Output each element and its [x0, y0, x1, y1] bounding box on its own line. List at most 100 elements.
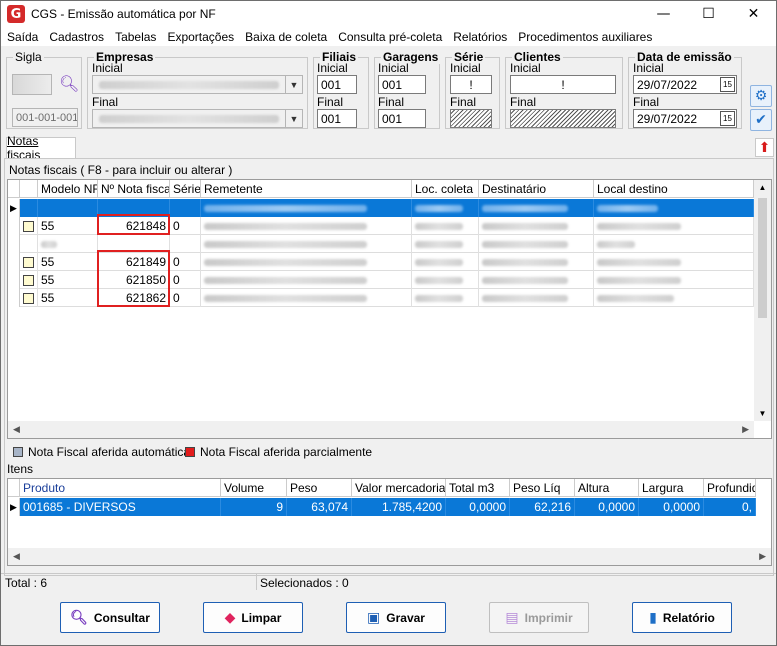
cell-peso-liq: 62,216	[510, 498, 575, 516]
gravar-button[interactable]: ▣ Gravar	[346, 602, 446, 633]
calendar-icon[interactable]: 15	[720, 77, 735, 92]
col-largura[interactable]: Largura	[639, 479, 704, 497]
imprimir-button[interactable]: ▤ Imprimir	[489, 602, 589, 633]
clientes-final-label: Final	[510, 95, 537, 109]
itens-horizontal-scrollbar[interactable]: ◀ ▶	[8, 548, 771, 565]
table-row[interactable]: ▶ 001685 - DIVERSOS 9 63,074 1.785,4200 …	[8, 498, 756, 516]
row-checkbox[interactable]	[23, 220, 34, 232]
col-remetente[interactable]: Remetente	[201, 180, 412, 198]
chevron-down-icon: ▼	[285, 76, 302, 93]
legend-auto-label: Nota Fiscal aferida automática	[28, 445, 191, 459]
document-icon: ▮	[649, 609, 657, 626]
col-peso-liq[interactable]: Peso Líq	[510, 479, 575, 497]
col-profundidade[interactable]: Profundid	[704, 479, 756, 497]
status-divider	[256, 574, 257, 590]
empresa-final-select[interactable]: ▼	[92, 109, 303, 128]
scroll-right-icon[interactable]: ▶	[742, 424, 749, 435]
sigla-input[interactable]	[12, 74, 52, 95]
filial-final-input[interactable]: 001	[317, 109, 357, 128]
sigla-range-field: 001-001-001	[12, 108, 78, 127]
relatorio-button[interactable]: ▮ Relatório	[632, 602, 732, 633]
minimize-button[interactable]: —	[641, 1, 686, 27]
col-valor-mercadoria[interactable]: Valor mercadoria	[352, 479, 446, 497]
close-button[interactable]: ✕	[731, 1, 776, 27]
row-checkbox[interactable]	[23, 274, 34, 286]
notas-grid: Modelo NF Nº Nota fiscal Série Remetente…	[7, 179, 772, 439]
cliente-inicial-input[interactable]: !	[510, 75, 616, 94]
data-final-label: Final	[633, 95, 660, 109]
menu-cadastros[interactable]: Cadastros	[49, 30, 104, 44]
eraser-icon: ◆	[224, 609, 236, 626]
menu-relatorios[interactable]: Relatórios	[453, 30, 507, 44]
imprimir-label: Imprimir	[524, 610, 573, 625]
cell-serie: 0	[170, 289, 201, 307]
empresas-group: Empresas Inicial ▼ Final ▼	[87, 50, 308, 129]
tab-notas-fiscais[interactable]: Notas fiscais	[6, 134, 76, 162]
scroll-right-icon[interactable]: ▶	[759, 551, 766, 562]
col-total-m3[interactable]: Total m3	[446, 479, 510, 497]
menu-saida[interactable]: Saída	[7, 30, 38, 44]
empresa-inicial-select[interactable]: ▼	[92, 75, 303, 94]
menu-baixa-coleta[interactable]: Baixa de coleta	[245, 30, 327, 44]
sigla-title: Sigla	[13, 50, 44, 64]
limpar-label: Limpar	[241, 610, 282, 625]
serie-final-label: Final	[450, 95, 477, 109]
settings-button[interactable]: ⚙	[750, 85, 772, 107]
arrow-up-icon: ⬆	[758, 139, 771, 156]
col-altura[interactable]: Altura	[575, 479, 639, 497]
scroll-thumb[interactable]	[758, 198, 767, 318]
limpar-button[interactable]: ◆ Limpar	[203, 602, 303, 633]
current-row-arrow-icon: ▶	[8, 199, 20, 217]
garagens-group: Garagens Inicial 001 Final 001	[374, 50, 441, 129]
col-peso[interactable]: Peso	[287, 479, 352, 497]
calendar-icon[interactable]: 15	[720, 111, 735, 126]
col-serie[interactable]: Série	[170, 180, 201, 198]
row-checkbox[interactable]	[23, 292, 34, 304]
consultar-button[interactable]: 🔍︎ Consultar	[60, 602, 160, 633]
serie-inicial-input[interactable]: !	[450, 75, 492, 94]
col-local-destino[interactable]: Local destino	[594, 180, 754, 198]
confirm-button[interactable]: ✔	[750, 109, 772, 131]
save-icon: ▣	[367, 609, 381, 626]
cliente-final-input[interactable]	[510, 109, 616, 128]
maximize-button[interactable]: ☐	[686, 1, 731, 27]
clientes-inicial-label: Inicial	[510, 61, 541, 75]
garagem-final-input[interactable]: 001	[378, 109, 426, 128]
col-produto[interactable]: Produto	[20, 479, 221, 497]
scroll-left-icon[interactable]: ◀	[13, 424, 20, 435]
serie-inicial-label: Inicial	[450, 61, 481, 75]
scroll-down-icon[interactable]: ▼	[759, 409, 767, 418]
clientes-group: Clientes Inicial ! Final	[505, 50, 623, 129]
filial-inicial-input[interactable]: 001	[317, 75, 357, 94]
cell-serie: 0	[170, 271, 201, 289]
itens-grid-header: Produto Volume Peso Valor mercadoria Tot…	[8, 479, 756, 497]
cell-volume: 9	[221, 498, 287, 516]
window-title: CGS - Emissão automática por NF	[31, 7, 216, 21]
garagem-inicial-input[interactable]: 001	[378, 75, 426, 94]
highlight-box	[97, 250, 170, 307]
menu-procedimentos-auxiliares[interactable]: Procedimentos auxiliares	[518, 30, 652, 44]
menu-tabelas[interactable]: Tabelas	[115, 30, 156, 44]
scroll-to-top-button[interactable]: ⬆	[755, 138, 774, 157]
col-nota-fiscal[interactable]: Nº Nota fiscal	[98, 180, 170, 198]
col-volume[interactable]: Volume	[221, 479, 287, 497]
notas-caption: Notas fiscais ( F8 - para incluir ou alt…	[9, 163, 233, 177]
notas-vertical-scrollbar[interactable]: ▲ ▼	[754, 180, 771, 421]
col-modelo-nf[interactable]: Modelo NF	[38, 180, 98, 198]
search-icon[interactable]: 🔍︎	[59, 74, 79, 93]
col-loc-coleta[interactable]: Loc. coleta	[412, 180, 479, 198]
menu-exportacoes[interactable]: Exportações	[167, 30, 234, 44]
data-final-input[interactable]: 29/07/2022 15	[633, 109, 737, 128]
notas-horizontal-scrollbar[interactable]: ◀ ▶	[8, 421, 754, 438]
data-inicial-input[interactable]: 29/07/2022 15	[633, 75, 737, 94]
checkbox-header	[20, 180, 38, 198]
scroll-left-icon[interactable]: ◀	[13, 551, 20, 562]
serie-final-input[interactable]	[450, 109, 492, 128]
row-checkbox[interactable]	[23, 256, 34, 268]
col-destinatario[interactable]: Destinatário	[479, 180, 594, 198]
itens-caption: Itens	[7, 462, 34, 476]
scroll-up-icon[interactable]: ▲	[759, 183, 767, 192]
filiais-inicial-label: Inicial	[317, 61, 348, 75]
cell-modelo: 55	[38, 217, 98, 235]
menu-consulta-pre-coleta[interactable]: Consulta pré-coleta	[338, 30, 442, 44]
